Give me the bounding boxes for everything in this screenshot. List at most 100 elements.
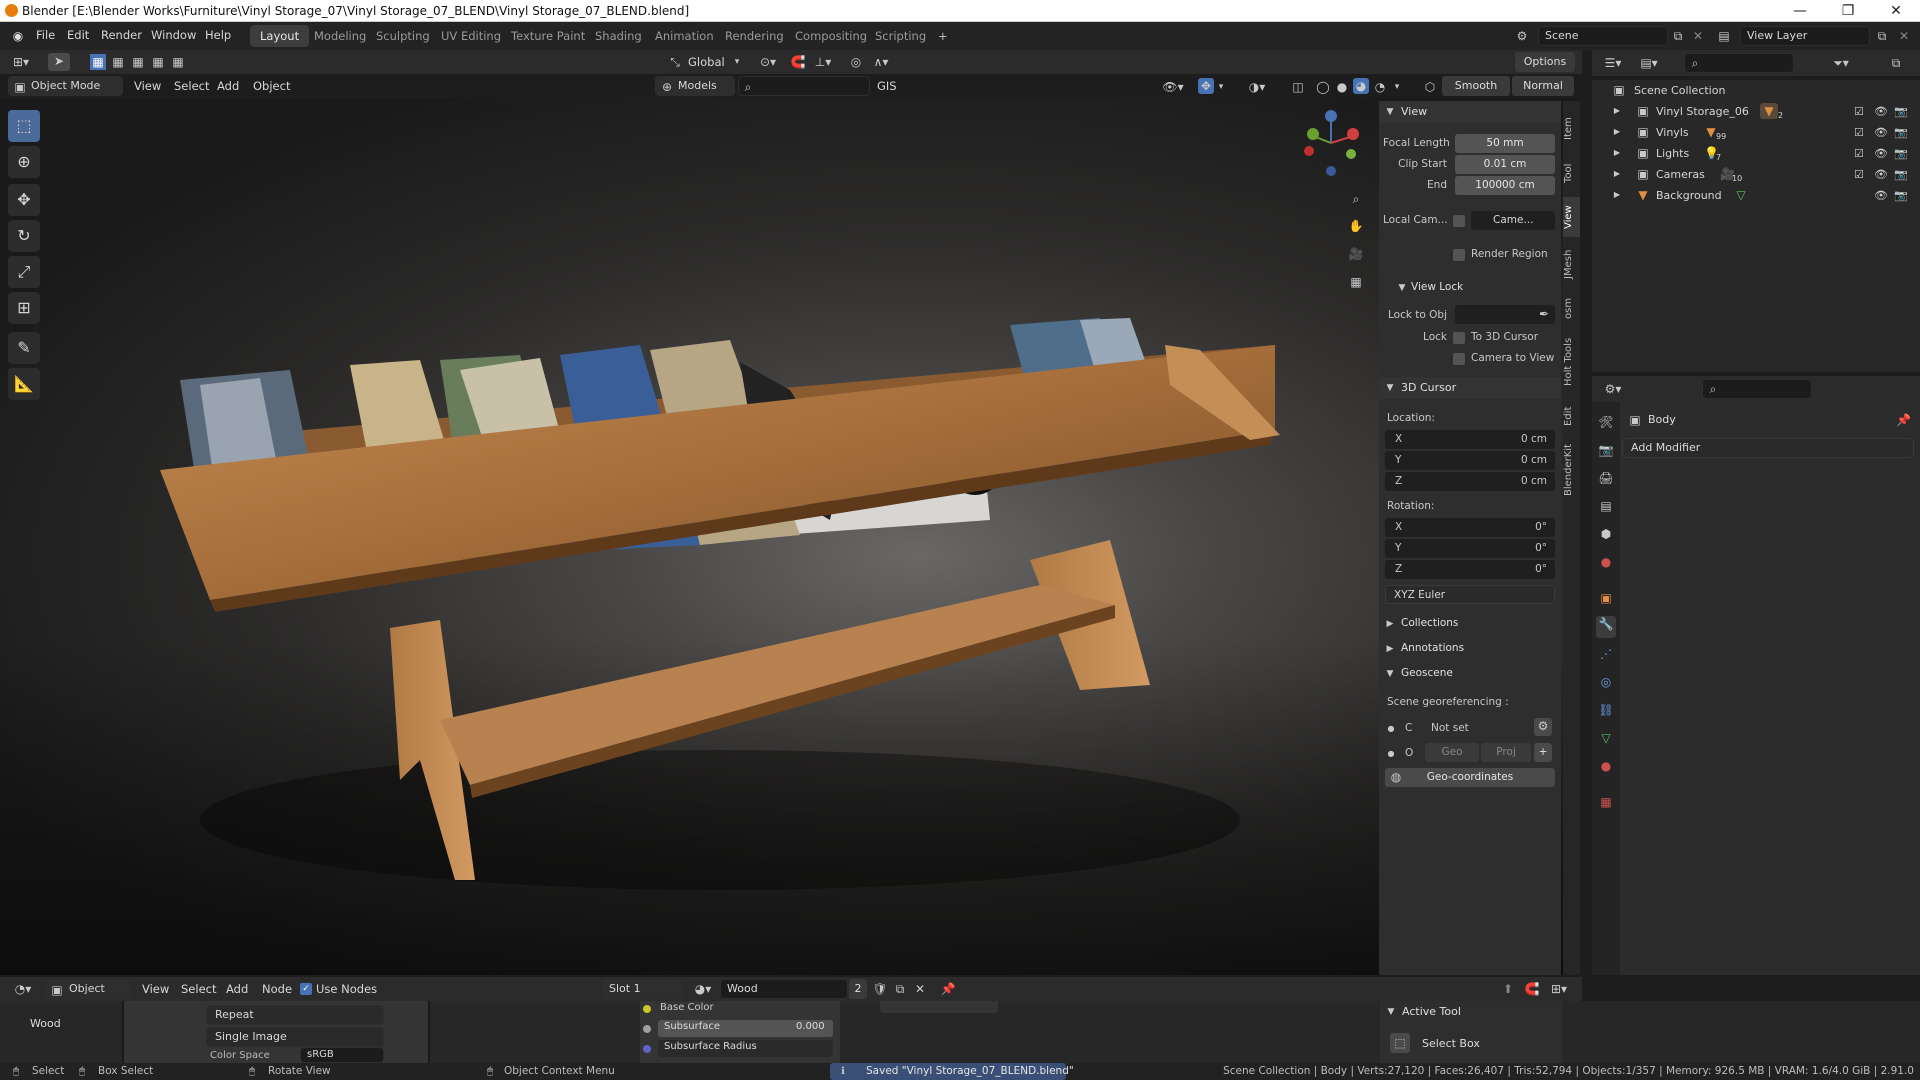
3d-viewport[interactable]: ⬚ ⊕ ✥ ↻ ⤢ ⊞ ✎ 📐 ⌕ ✋ 🎥 ▦ <box>0 98 1580 975</box>
viewport-menu-view[interactable]: View <box>134 79 161 93</box>
snap-target-icon[interactable]: ⊥▾ <box>810 54 836 70</box>
new-scene-icon[interactable]: ⧉ <box>1670 28 1686 44</box>
tab-tool[interactable]: Tool <box>1563 153 1580 193</box>
camera-view-icon[interactable]: 🎥 <box>1348 246 1364 262</box>
scale-tool-button[interactable]: ⤢ <box>8 256 40 288</box>
menu-help[interactable]: Help <box>205 28 231 42</box>
physics-tab-icon[interactable]: ◎ <box>1598 674 1614 690</box>
socket-base-color-icon[interactable] <box>643 1005 651 1013</box>
3d-cursor-panel-header[interactable]: 3D Cursor <box>1379 377 1561 399</box>
eye-icon[interactable]: 👁 <box>1874 185 1888 206</box>
node-editor-canvas[interactable]: Wood Repeat Single Image Color Space sRG… <box>0 1001 1920 1063</box>
select-box-tool-button[interactable]: ⬚ <box>8 110 40 142</box>
object-tab-icon[interactable]: ▣ <box>1598 590 1614 606</box>
render-camera-icon[interactable]: 📷 <box>1894 143 1908 164</box>
outliner-display-mode-icon[interactable]: ▤▾ <box>1636 55 1662 71</box>
exclude-checkbox-icon[interactable]: ☑ <box>1854 164 1864 185</box>
socket-subsurface-radius-icon[interactable] <box>643 1045 651 1053</box>
render-camera-icon[interactable]: 📷 <box>1894 164 1908 185</box>
view-layer-tab-icon[interactable]: ▤ <box>1598 498 1614 514</box>
view-layer-icon[interactable]: ▤ <box>1714 28 1734 44</box>
rotate-tool-button[interactable]: ↻ <box>8 220 40 252</box>
editor-type-icon[interactable]: ⊞▾ <box>10 54 32 70</box>
select-mode-extend-icon[interactable]: ▦ <box>110 54 126 70</box>
node-menu-select[interactable]: Select <box>181 982 216 996</box>
maximize-button[interactable]: ❐ <box>1828 1 1868 21</box>
move-tool-button[interactable]: ✥ <box>8 184 40 216</box>
outliner-scene-collection[interactable]: ▣ Scene Collection <box>1592 80 1920 101</box>
new-view-layer-icon[interactable]: ⧉ <box>1874 28 1890 44</box>
zoom-icon[interactable]: ⌕ <box>1348 191 1364 207</box>
node-menu-view[interactable]: View <box>142 982 169 996</box>
smooth-button[interactable]: Smooth <box>1442 76 1510 96</box>
tab-animation[interactable]: Animation <box>645 25 724 47</box>
material-tab-icon[interactable]: ● <box>1598 758 1614 774</box>
add-modifier-dropdown[interactable]: Add Modifier <box>1622 438 1914 458</box>
modifier-tab-icon[interactable]: 🔧 <box>1596 616 1616 638</box>
pivot-icon[interactable]: ⊙▾ <box>755 54 781 70</box>
navigation-gizmo[interactable] <box>1295 108 1365 188</box>
tab-item[interactable]: Item <box>1563 109 1580 149</box>
scene-icon[interactable]: ⚙ <box>1512 28 1532 44</box>
pin-node-tree-icon[interactable]: 📌 <box>940 981 956 997</box>
menu-render[interactable]: Render <box>101 28 142 42</box>
view-lock-header[interactable]: View Lock <box>1411 281 1463 293</box>
gizmo-icon[interactable]: ✥ <box>1198 78 1214 94</box>
new-collection-icon[interactable]: ⧉ <box>1888 55 1904 71</box>
annotate-tool-button[interactable]: ✎ <box>8 332 40 364</box>
material-name-field[interactable]: Wood <box>720 979 848 999</box>
add-workspace-button[interactable]: + <box>928 25 958 47</box>
node-editor-type-icon[interactable]: ◔▾ <box>10 981 36 997</box>
particles-tab-icon[interactable]: ⋰ <box>1598 646 1614 662</box>
shading-chevron-icon[interactable]: ▾ <box>1392 79 1402 95</box>
measure-tool-button[interactable]: 📐 <box>8 368 40 400</box>
delete-view-layer-icon[interactable]: ✕ <box>1896 28 1912 44</box>
tab-layout[interactable]: Layout <box>250 25 310 47</box>
scene-tab-icon[interactable]: ⬢ <box>1598 526 1614 542</box>
geo-button[interactable]: Geo <box>1425 743 1479 762</box>
select-tool-icon[interactable]: ➤ <box>48 53 70 71</box>
clip-start-field[interactable]: 0.01 cm <box>1455 155 1555 174</box>
eye-icon[interactable]: 👁 <box>1874 122 1888 143</box>
cursor-tool-button[interactable]: ⊕ <box>8 146 40 178</box>
texture-tab-icon[interactable]: ▦ <box>1598 794 1614 810</box>
output-tab-icon[interactable]: 🖨 <box>1598 470 1614 486</box>
gis-menu[interactable]: GIS <box>877 79 897 93</box>
tab-edit[interactable]: Edit <box>1563 399 1580 433</box>
unlink-material-icon[interactable]: ✕ <box>912 981 928 997</box>
models-search-input[interactable] <box>738 76 870 96</box>
exclude-checkbox-icon[interactable]: ☑ <box>1854 101 1864 122</box>
render-camera-icon[interactable]: 📷 <box>1894 185 1908 206</box>
overlay-icon[interactable]: ◑▾ <box>1244 79 1270 95</box>
outliner-item[interactable]: ▶ ▼ Background ▽ 👁 📷 <box>1592 185 1920 206</box>
clip-end-field[interactable]: 100000 cm <box>1455 176 1555 195</box>
viewport-menu-add[interactable]: Add <box>217 79 239 93</box>
tab-shading[interactable]: Shading <box>585 25 652 47</box>
outliner-item[interactable]: ▶ ▣ Cameras 🎥 10 ☑ 👁 📷 <box>1592 164 1920 185</box>
properties-editor-type-icon[interactable]: ⚙▾ <box>1600 381 1626 397</box>
duplicate-material-icon[interactable]: ⧉ <box>892 981 908 997</box>
transform-tool-button[interactable]: ⊞ <box>8 292 40 324</box>
annotations-panel-header[interactable]: Annotations <box>1401 642 1464 654</box>
world-tab-icon[interactable]: ● <box>1598 554 1614 570</box>
tab-osm[interactable]: osm <box>1563 291 1580 325</box>
falloff-icon[interactable]: ∧▾ <box>868 54 894 70</box>
outliner-item[interactable]: ▶ ▣ Vinyls ▼ 99 ☑ 👁 📷 <box>1592 122 1920 143</box>
render-tab-icon[interactable]: 📷 <box>1598 442 1614 458</box>
color-space-dropdown[interactable]: sRGB <box>300 1047 384 1063</box>
camera-to-view-checkbox[interactable] <box>1453 353 1465 365</box>
eye-icon[interactable]: 👁 <box>1874 143 1888 164</box>
menu-file[interactable]: File <box>36 28 55 42</box>
crs-settings-gear-icon[interactable]: ⚙ <box>1534 718 1552 736</box>
select-mode-new-icon[interactable]: ▦ <box>90 54 106 70</box>
pan-hand-icon[interactable]: ✋ <box>1348 218 1364 234</box>
repeat-dropdown[interactable]: Repeat <box>206 1005 384 1025</box>
menu-window[interactable]: Window <box>151 28 196 42</box>
snap-node-mode-icon[interactable]: ⊞▾ <box>1546 981 1572 997</box>
node-menu-add[interactable]: Add <box>226 982 248 996</box>
fake-user-icon[interactable]: 🛡 <box>872 981 888 997</box>
data-tab-icon[interactable]: ▽ <box>1598 730 1614 746</box>
snap-node-icon[interactable]: 🧲 <box>1524 981 1540 997</box>
tab-jmesh[interactable]: JMesh <box>1563 241 1580 287</box>
material-browse-icon[interactable]: ◕▾ <box>690 981 716 997</box>
